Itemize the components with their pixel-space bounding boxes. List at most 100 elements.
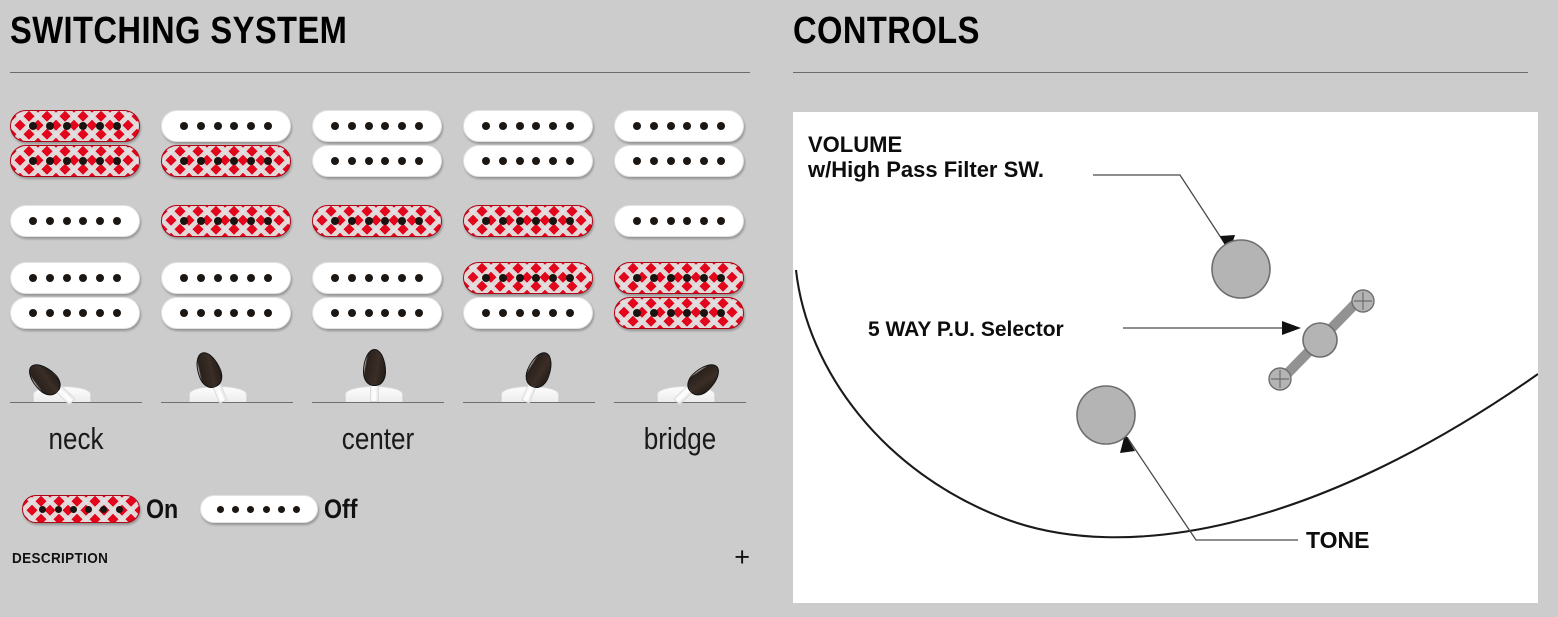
switching-system-title: SWITCHING SYSTEM xyxy=(10,10,348,52)
pole-piece-icon xyxy=(69,505,77,513)
pole-piece-icon xyxy=(28,122,37,130)
coil-bridge-p1-off xyxy=(10,262,140,294)
pole-piece-icon xyxy=(666,309,675,317)
coil-bridge-p2-off xyxy=(161,262,291,294)
tone-label: TONE xyxy=(1306,527,1370,553)
pickup-neck-position-2 xyxy=(161,110,293,180)
legend-on-label: On xyxy=(146,493,179,524)
pole-piece-icon xyxy=(700,122,709,130)
controls-title: CONTROLS xyxy=(793,10,980,52)
guitar-controls-diagram xyxy=(794,174,1538,541)
coil-middle-p5-off xyxy=(614,205,744,237)
pole-piece-icon xyxy=(666,217,675,225)
pole-piece-icon xyxy=(45,122,54,130)
pole-piece-icon xyxy=(415,122,424,130)
pole-piece-icon xyxy=(230,217,239,225)
coil-bridge-p5-on xyxy=(614,262,744,294)
pole-piece-icon xyxy=(364,122,373,130)
pole-piece-icon xyxy=(213,217,222,225)
pole-piece-icon xyxy=(85,505,93,513)
pole-piece-icon xyxy=(113,217,122,225)
pole-piece-icon xyxy=(262,505,270,513)
controls-panel: CONTROLS VOLUME w/High Pass Filter SW. 5… xyxy=(780,0,1558,617)
tone-knob[interactable] xyxy=(1076,385,1136,445)
lever-switch-position-3[interactable] xyxy=(312,349,444,415)
selector-hub[interactable] xyxy=(1302,322,1338,358)
pole-piece-icon xyxy=(113,274,122,282)
volume-knob[interactable] xyxy=(1211,239,1271,299)
legend-off-label: Off xyxy=(323,493,358,524)
switch-position-label-neck: neck xyxy=(48,421,104,456)
pole-piece-icon xyxy=(515,309,524,317)
pole-piece-icon xyxy=(293,505,301,513)
lever-switch-position-5[interactable] xyxy=(614,357,746,415)
pole-piece-icon xyxy=(649,157,658,165)
pole-piece-icon xyxy=(62,157,71,165)
pole-piece-icon xyxy=(381,157,390,165)
pickup-middle-position-5 xyxy=(614,205,746,240)
coil-middle-p1-off xyxy=(10,205,140,237)
pole-piece-icon xyxy=(566,274,575,282)
pole-piece-icon xyxy=(330,217,339,225)
coil-middle-p2-on xyxy=(161,205,291,237)
pole-piece-icon xyxy=(415,217,424,225)
lever-switch-position-2[interactable] xyxy=(161,348,293,415)
coil-bridge-p5-on xyxy=(614,297,744,329)
pickup-middle-position-2 xyxy=(161,205,293,240)
pole-piece-icon xyxy=(277,505,285,513)
pole-piece-icon xyxy=(264,157,273,165)
lever-switch-position-4[interactable] xyxy=(463,348,595,415)
pole-piece-icon xyxy=(532,122,541,130)
pole-piece-icon xyxy=(515,274,524,282)
pole-piece-icon xyxy=(700,157,709,165)
pole-piece-icon xyxy=(532,157,541,165)
pole-piece-icon xyxy=(683,157,692,165)
pole-piece-icon xyxy=(498,157,507,165)
pole-piece-icon xyxy=(96,157,105,165)
pole-piece-icon xyxy=(498,122,507,130)
pole-piece-icon xyxy=(216,505,224,513)
pole-piece-icon xyxy=(179,122,188,130)
pickup-bridge-position-1 xyxy=(10,262,142,332)
pole-piece-icon xyxy=(549,217,558,225)
lever-switch-position-1[interactable] xyxy=(10,357,142,415)
switch-position-label-bridge: bridge xyxy=(643,421,717,456)
pole-piece-icon xyxy=(481,157,490,165)
pole-piece-icon xyxy=(398,122,407,130)
pole-piece-icon xyxy=(381,274,390,282)
pickup-bridge-position-2 xyxy=(161,262,293,332)
pole-piece-icon xyxy=(549,122,558,130)
pole-piece-icon xyxy=(28,157,37,165)
coil-neck-p2-off xyxy=(161,110,291,142)
pole-piece-icon xyxy=(45,309,54,317)
pole-piece-icon xyxy=(113,309,122,317)
pole-piece-icon xyxy=(247,309,256,317)
coil-bridge-p3-off xyxy=(312,297,442,329)
plus-icon[interactable]: + xyxy=(734,544,750,571)
pole-piece-icon xyxy=(347,157,356,165)
pole-piece-icon xyxy=(230,157,239,165)
pole-piece-icon xyxy=(649,274,658,282)
pole-piece-icon xyxy=(62,274,71,282)
pole-piece-icon xyxy=(196,309,205,317)
pole-piece-icon xyxy=(28,217,37,225)
switch-lever-tip[interactable] xyxy=(362,349,386,386)
pole-piece-icon xyxy=(532,309,541,317)
pole-piece-icon xyxy=(62,309,71,317)
pole-piece-icon xyxy=(96,309,105,317)
coil-neck-p3-off xyxy=(312,110,442,142)
pole-piece-icon xyxy=(45,217,54,225)
pole-piece-icon xyxy=(247,274,256,282)
pole-piece-icon xyxy=(566,157,575,165)
coil-middle-p3-on xyxy=(312,205,442,237)
coil-neck-p3-off xyxy=(312,145,442,177)
pole-piece-icon xyxy=(247,122,256,130)
switch-position-label-center: center xyxy=(341,421,415,456)
pole-piece-icon xyxy=(330,157,339,165)
pole-piece-icon xyxy=(79,309,88,317)
selector-screw-upper-icon xyxy=(1351,289,1375,313)
matrix-column-position-4 xyxy=(463,110,595,335)
description-accordion[interactable]: DESCRIPTION + xyxy=(10,544,750,574)
pole-piece-icon xyxy=(649,309,658,317)
pole-piece-icon xyxy=(381,309,390,317)
